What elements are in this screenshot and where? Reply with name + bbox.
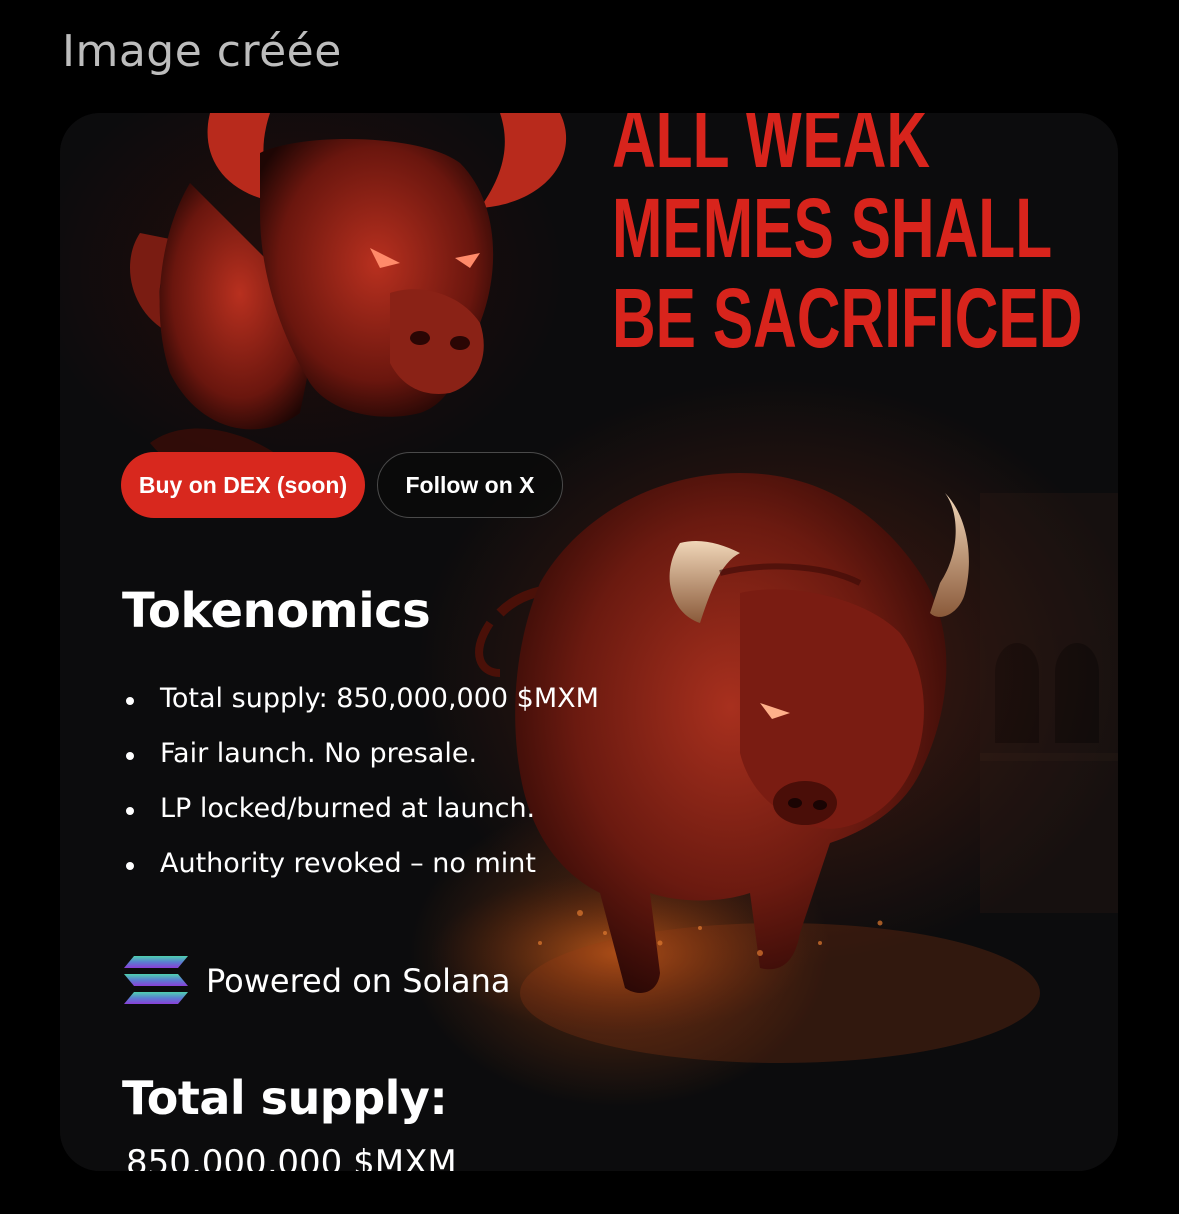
generated-image-card[interactable]: ALL WEAK MEMES SHALL BE SACRIFICED Buy o… bbox=[60, 113, 1118, 1171]
list-item: Fair launch. No presale. bbox=[122, 738, 599, 793]
bullet-icon bbox=[126, 752, 134, 760]
list-item-text: LP locked/burned at launch. bbox=[160, 793, 536, 824]
powered-label: Powered on Solana bbox=[206, 962, 511, 1000]
total-supply-title: Total supply: bbox=[122, 1071, 448, 1125]
headline-line-3: BE SACRIFICED bbox=[612, 271, 1083, 365]
headline-line-1: ALL WEAK bbox=[612, 113, 931, 185]
bullet-icon bbox=[126, 697, 134, 705]
follow-on-x-button[interactable]: Follow on X bbox=[377, 452, 563, 518]
list-item-text: Total supply: 850,000,000 $MXM bbox=[160, 683, 599, 714]
arena-arches bbox=[980, 493, 1118, 913]
tokenomics-list: Total supply: 850,000,000 $MXM Fair laun… bbox=[122, 683, 599, 903]
bullet-icon bbox=[126, 807, 134, 815]
list-item-text: Fair launch. No presale. bbox=[160, 738, 478, 769]
top-bull-head bbox=[130, 113, 567, 486]
image-created-caption: Image créée bbox=[62, 26, 342, 77]
headline: ALL WEAK MEMES SHALL BE SACRIFICED bbox=[612, 113, 1083, 365]
headline-line-2: MEMES SHALL bbox=[612, 181, 1053, 275]
list-item: Authority revoked – no mint bbox=[122, 848, 599, 903]
buy-on-dex-button[interactable]: Buy on DEX (soon) bbox=[121, 452, 365, 518]
powered-on-solana: Powered on Solana bbox=[122, 953, 511, 1009]
list-item: LP locked/burned at launch. bbox=[122, 793, 599, 848]
list-item-text: Authority revoked – no mint bbox=[160, 848, 536, 879]
tokenomics-title: Tokenomics bbox=[122, 583, 431, 639]
total-supply-value: 850,000,000 $MXM bbox=[126, 1143, 457, 1171]
bullet-icon bbox=[126, 862, 134, 870]
solana-logo-icon bbox=[124, 956, 188, 1004]
list-item: Total supply: 850,000,000 $MXM bbox=[122, 683, 599, 738]
